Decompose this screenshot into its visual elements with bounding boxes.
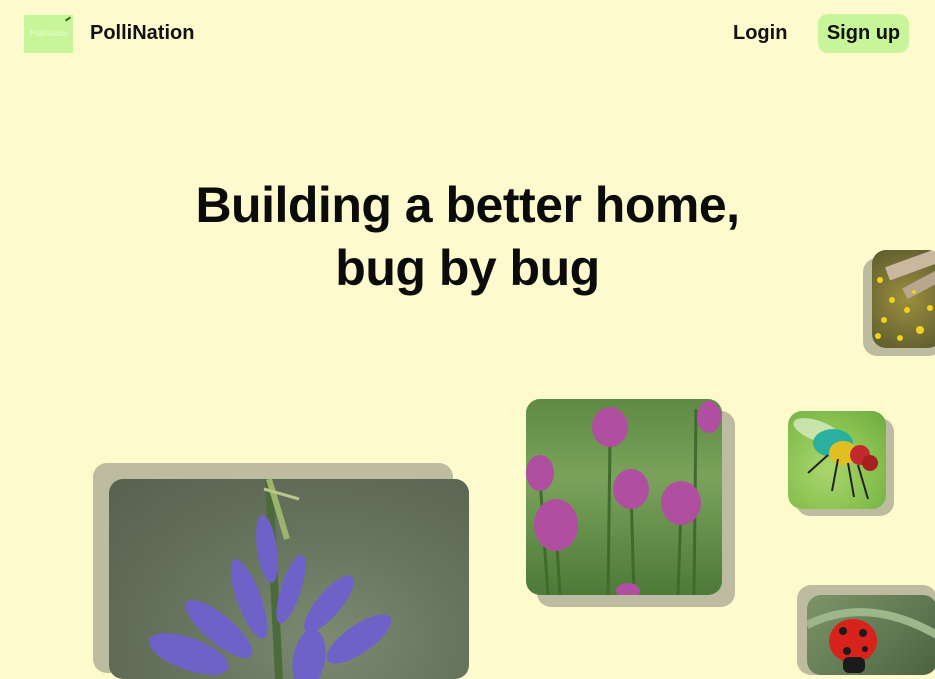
fly-image bbox=[788, 411, 886, 509]
meadow-image bbox=[872, 250, 935, 348]
logo[interactable]: PolliNation bbox=[24, 15, 73, 53]
clover-image bbox=[526, 399, 722, 595]
camas-image bbox=[109, 479, 469, 679]
login-link[interactable]: Login bbox=[733, 22, 787, 45]
hero-heading: Building a better home, bug by bug bbox=[0, 174, 935, 300]
signup-button[interactable]: Sign up bbox=[818, 14, 909, 53]
leaf-icon bbox=[64, 16, 72, 22]
brand-name[interactable]: PolliNation bbox=[90, 22, 194, 45]
hero-line-1: Building a better home, bbox=[195, 177, 740, 233]
ladybug-image bbox=[807, 595, 935, 675]
logo-text: PolliNation bbox=[29, 29, 68, 38]
hero-line-2: bug by bug bbox=[335, 240, 600, 296]
